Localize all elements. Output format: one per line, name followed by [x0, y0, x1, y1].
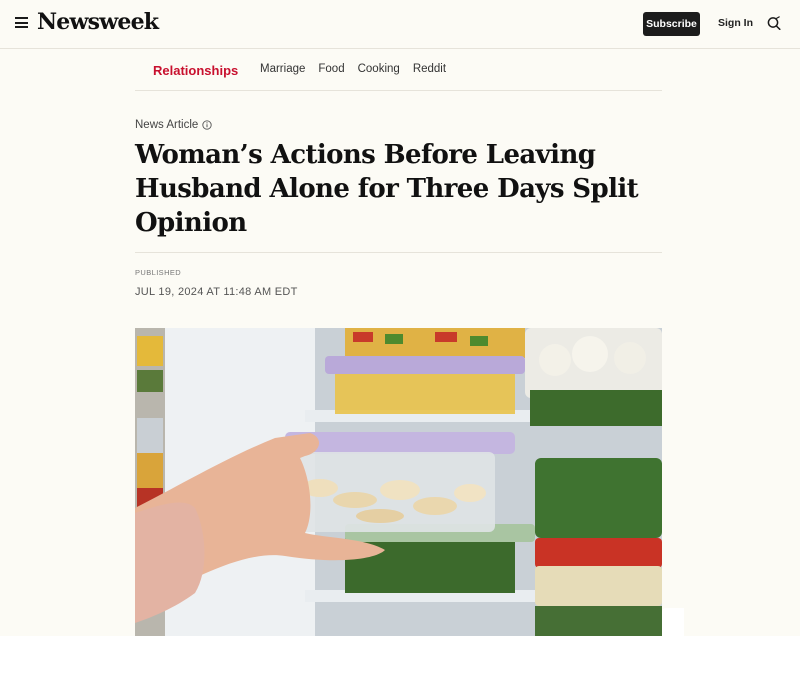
site-logo[interactable]: Newsweek: [37, 9, 159, 35]
published-label: PUBLISHED: [135, 268, 182, 277]
subnav-items: Marriage Food Cooking Reddit: [260, 63, 446, 75]
search-icon[interactable]: [767, 16, 781, 30]
site-header: Newsweek Subscribe Sign In: [0, 0, 800, 49]
article-hero-image: [135, 328, 662, 636]
menu-icon[interactable]: [15, 17, 28, 28]
article-type: News Article: [135, 119, 212, 131]
nav-item-food[interactable]: Food: [318, 63, 344, 75]
section-nav: Relationships Marriage Food Cooking Redd…: [135, 50, 662, 91]
overlay-corner: [662, 608, 684, 636]
article-headline: Woman’s Actions Before Leaving Husband A…: [135, 140, 639, 238]
article-type-label: News Article: [135, 119, 199, 131]
divider: [135, 252, 662, 253]
sign-in-link[interactable]: Sign In: [718, 17, 753, 29]
info-icon[interactable]: [202, 120, 212, 130]
nav-item-cooking[interactable]: Cooking: [358, 63, 400, 75]
published-date: JUL 19, 2024 AT 11:48 AM EDT: [135, 286, 298, 298]
nav-item-reddit[interactable]: Reddit: [413, 63, 446, 75]
subscribe-button[interactable]: Subscribe: [643, 12, 700, 36]
nav-item-relationships[interactable]: Relationships: [153, 63, 238, 78]
nav-item-marriage[interactable]: Marriage: [260, 63, 305, 75]
page: Newsweek Subscribe Sign In Relationships…: [0, 0, 800, 636]
